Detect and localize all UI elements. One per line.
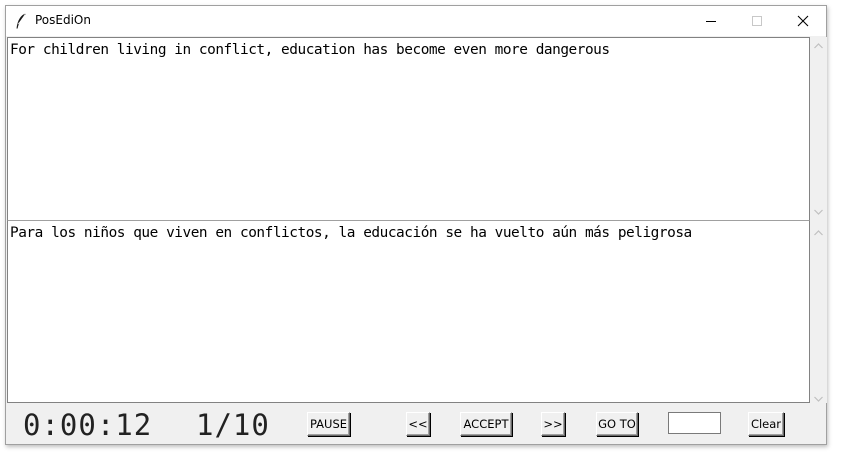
target-text-pane[interactable]: Para los niños que viven en conflictos, …	[7, 220, 810, 403]
maximize-button[interactable]	[734, 6, 780, 36]
target-text[interactable]: Para los niños que viven en conflictos, …	[10, 224, 800, 242]
segment-counter: 1/10	[196, 408, 270, 442]
source-text: For children living in conflict, educati…	[10, 42, 610, 58]
clear-button[interactable]: Clear	[748, 412, 784, 436]
scroll-down-arrow-icon[interactable]	[814, 394, 823, 403]
target-scrollbar[interactable]	[810, 220, 827, 403]
close-icon	[797, 12, 809, 31]
feather-icon	[15, 13, 27, 29]
maximize-icon	[751, 12, 763, 31]
goto-segment-input[interactable]	[668, 412, 721, 434]
minimize-button[interactable]	[688, 6, 734, 36]
next-segment-button[interactable]: >>	[541, 412, 565, 436]
previous-segment-button[interactable]: <<	[406, 412, 430, 436]
minimize-icon	[705, 12, 717, 31]
source-text-pane[interactable]: For children living in conflict, educati…	[7, 37, 810, 220]
pause-button[interactable]: PAUSE	[307, 412, 350, 436]
close-button[interactable]	[780, 6, 826, 36]
app-window: PosEdiOn For children living in conflict…	[5, 5, 827, 445]
scroll-up-arrow-icon[interactable]	[814, 228, 823, 237]
source-scrollbar[interactable]	[810, 37, 827, 220]
elapsed-timer: 0:00:12	[23, 408, 153, 442]
scroll-down-arrow-icon[interactable]	[814, 207, 823, 216]
accept-button[interactable]: ACCEPT	[460, 412, 512, 436]
control-bar: 0:00:12 1/10 PAUSE << ACCEPT >> GO TO Cl…	[6, 404, 826, 444]
window-title: PosEdiOn	[35, 13, 91, 27]
goto-button[interactable]: GO TO	[596, 412, 638, 436]
title-bar[interactable]: PosEdiOn	[6, 6, 826, 36]
scroll-up-arrow-icon[interactable]	[814, 41, 823, 50]
